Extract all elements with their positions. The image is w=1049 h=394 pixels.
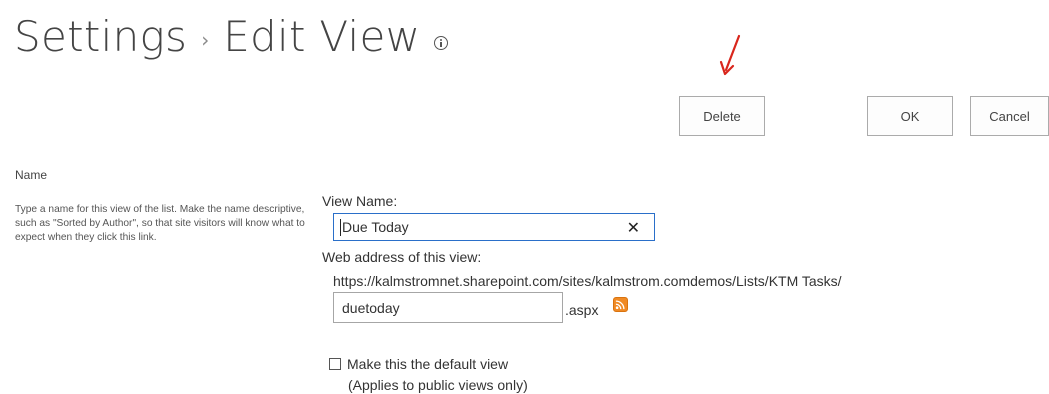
rss-icon[interactable] [613,297,628,312]
breadcrumb-separator: › [201,27,210,52]
delete-button[interactable]: Delete [679,96,765,136]
default-view-label[interactable]: Make this the default view [347,356,508,372]
view-name-label: View Name: [322,193,398,209]
default-view-checkbox[interactable] [329,358,341,370]
cancel-button[interactable]: Cancel [970,96,1049,136]
web-address-value: duetoday [342,299,400,316]
breadcrumb-current-page: Edit View [223,12,421,61]
name-section-heading: Name [15,168,48,182]
default-view-option: Make this the default view [329,356,508,372]
page-title: Settings › Edit View [14,12,449,61]
view-name-input[interactable]: Due Today ✕ [333,213,655,241]
text-caret [340,218,341,236]
breadcrumb-settings[interactable]: Settings [14,12,187,61]
ok-button[interactable]: OK [867,96,953,136]
default-view-note: (Applies to public views only) [348,377,528,393]
aspx-extension: .aspx [565,302,599,318]
info-icon[interactable] [434,35,449,50]
red-arrow-annotation [719,34,741,76]
view-name-value: Due Today [342,219,409,235]
web-address-label: Web address of this view: [322,249,482,265]
name-section-description: Type a name for this view of the list. M… [15,204,305,243]
clear-x-icon[interactable]: ✕ [627,218,640,237]
web-address-input[interactable]: duetoday [333,292,563,323]
web-address-base-url: https://kalmstromnet.sharepoint.com/site… [333,273,842,289]
